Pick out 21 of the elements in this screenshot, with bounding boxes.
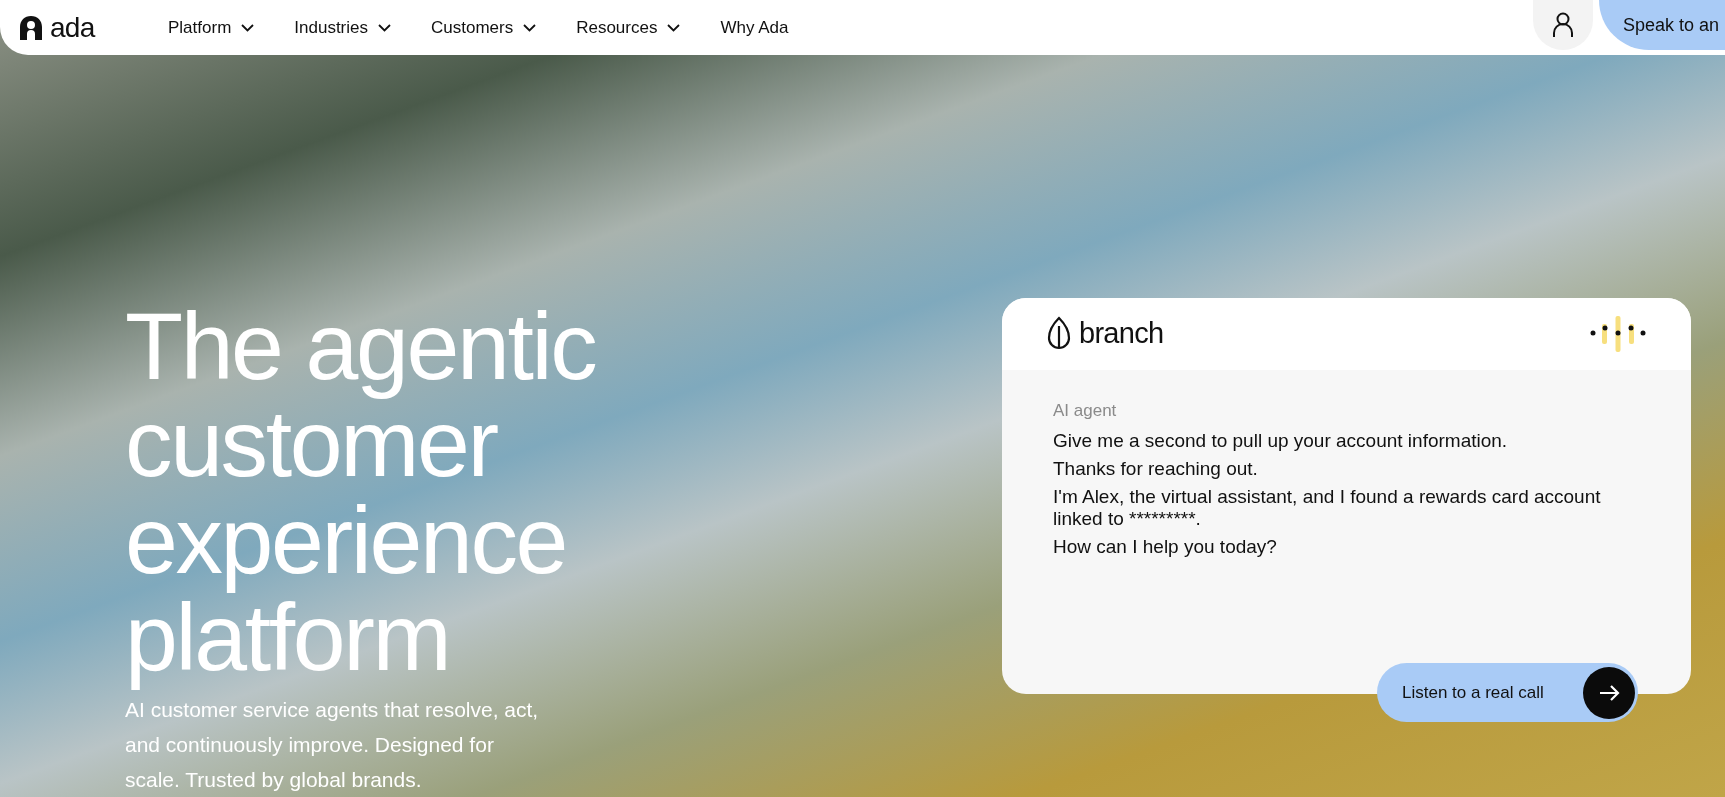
arrow-right-icon bbox=[1583, 666, 1635, 719]
brand-name: branch bbox=[1079, 316, 1164, 352]
listen-call-button[interactable]: Listen to a real call bbox=[1377, 663, 1638, 722]
account-button[interactable] bbox=[1532, 0, 1593, 50]
speaker-label: AI agent bbox=[1053, 400, 1118, 422]
chat-message: How can I help you today? bbox=[1053, 535, 1278, 558]
speak-button[interactable]: Speak to an bbox=[1598, 0, 1725, 50]
chat-message: I'm Alex, the virtual assistant, and I found a rewards card account linked to *********. bbox=[1053, 485, 1602, 530]
chat-message: Thanks for reaching out. bbox=[1053, 457, 1259, 480]
nav-menu-item[interactable]: Customers bbox=[431, 14, 537, 41]
nav-menu-item[interactable]: Industries bbox=[294, 14, 391, 41]
hero-subtitle: AI customer service agents that resolve, act, and continuously improve. Designed for scale. Trusted by global brands. bbox=[125, 697, 540, 793]
nav-menu-item[interactable]: Why Ada bbox=[720, 14, 789, 41]
nav-menu-item[interactable]: Platform bbox=[168, 14, 255, 41]
audio-wave-icon bbox=[1590, 314, 1646, 354]
chat-message: Give me a second to pull up your account information. bbox=[1053, 429, 1509, 452]
logo-icon bbox=[20, 15, 42, 40]
user-icon bbox=[1551, 12, 1574, 38]
logo-wordmark[interactable]: ada bbox=[50, 13, 95, 42]
nav-menu-item[interactable]: Resources bbox=[576, 14, 681, 41]
leaf-icon bbox=[1047, 316, 1071, 352]
